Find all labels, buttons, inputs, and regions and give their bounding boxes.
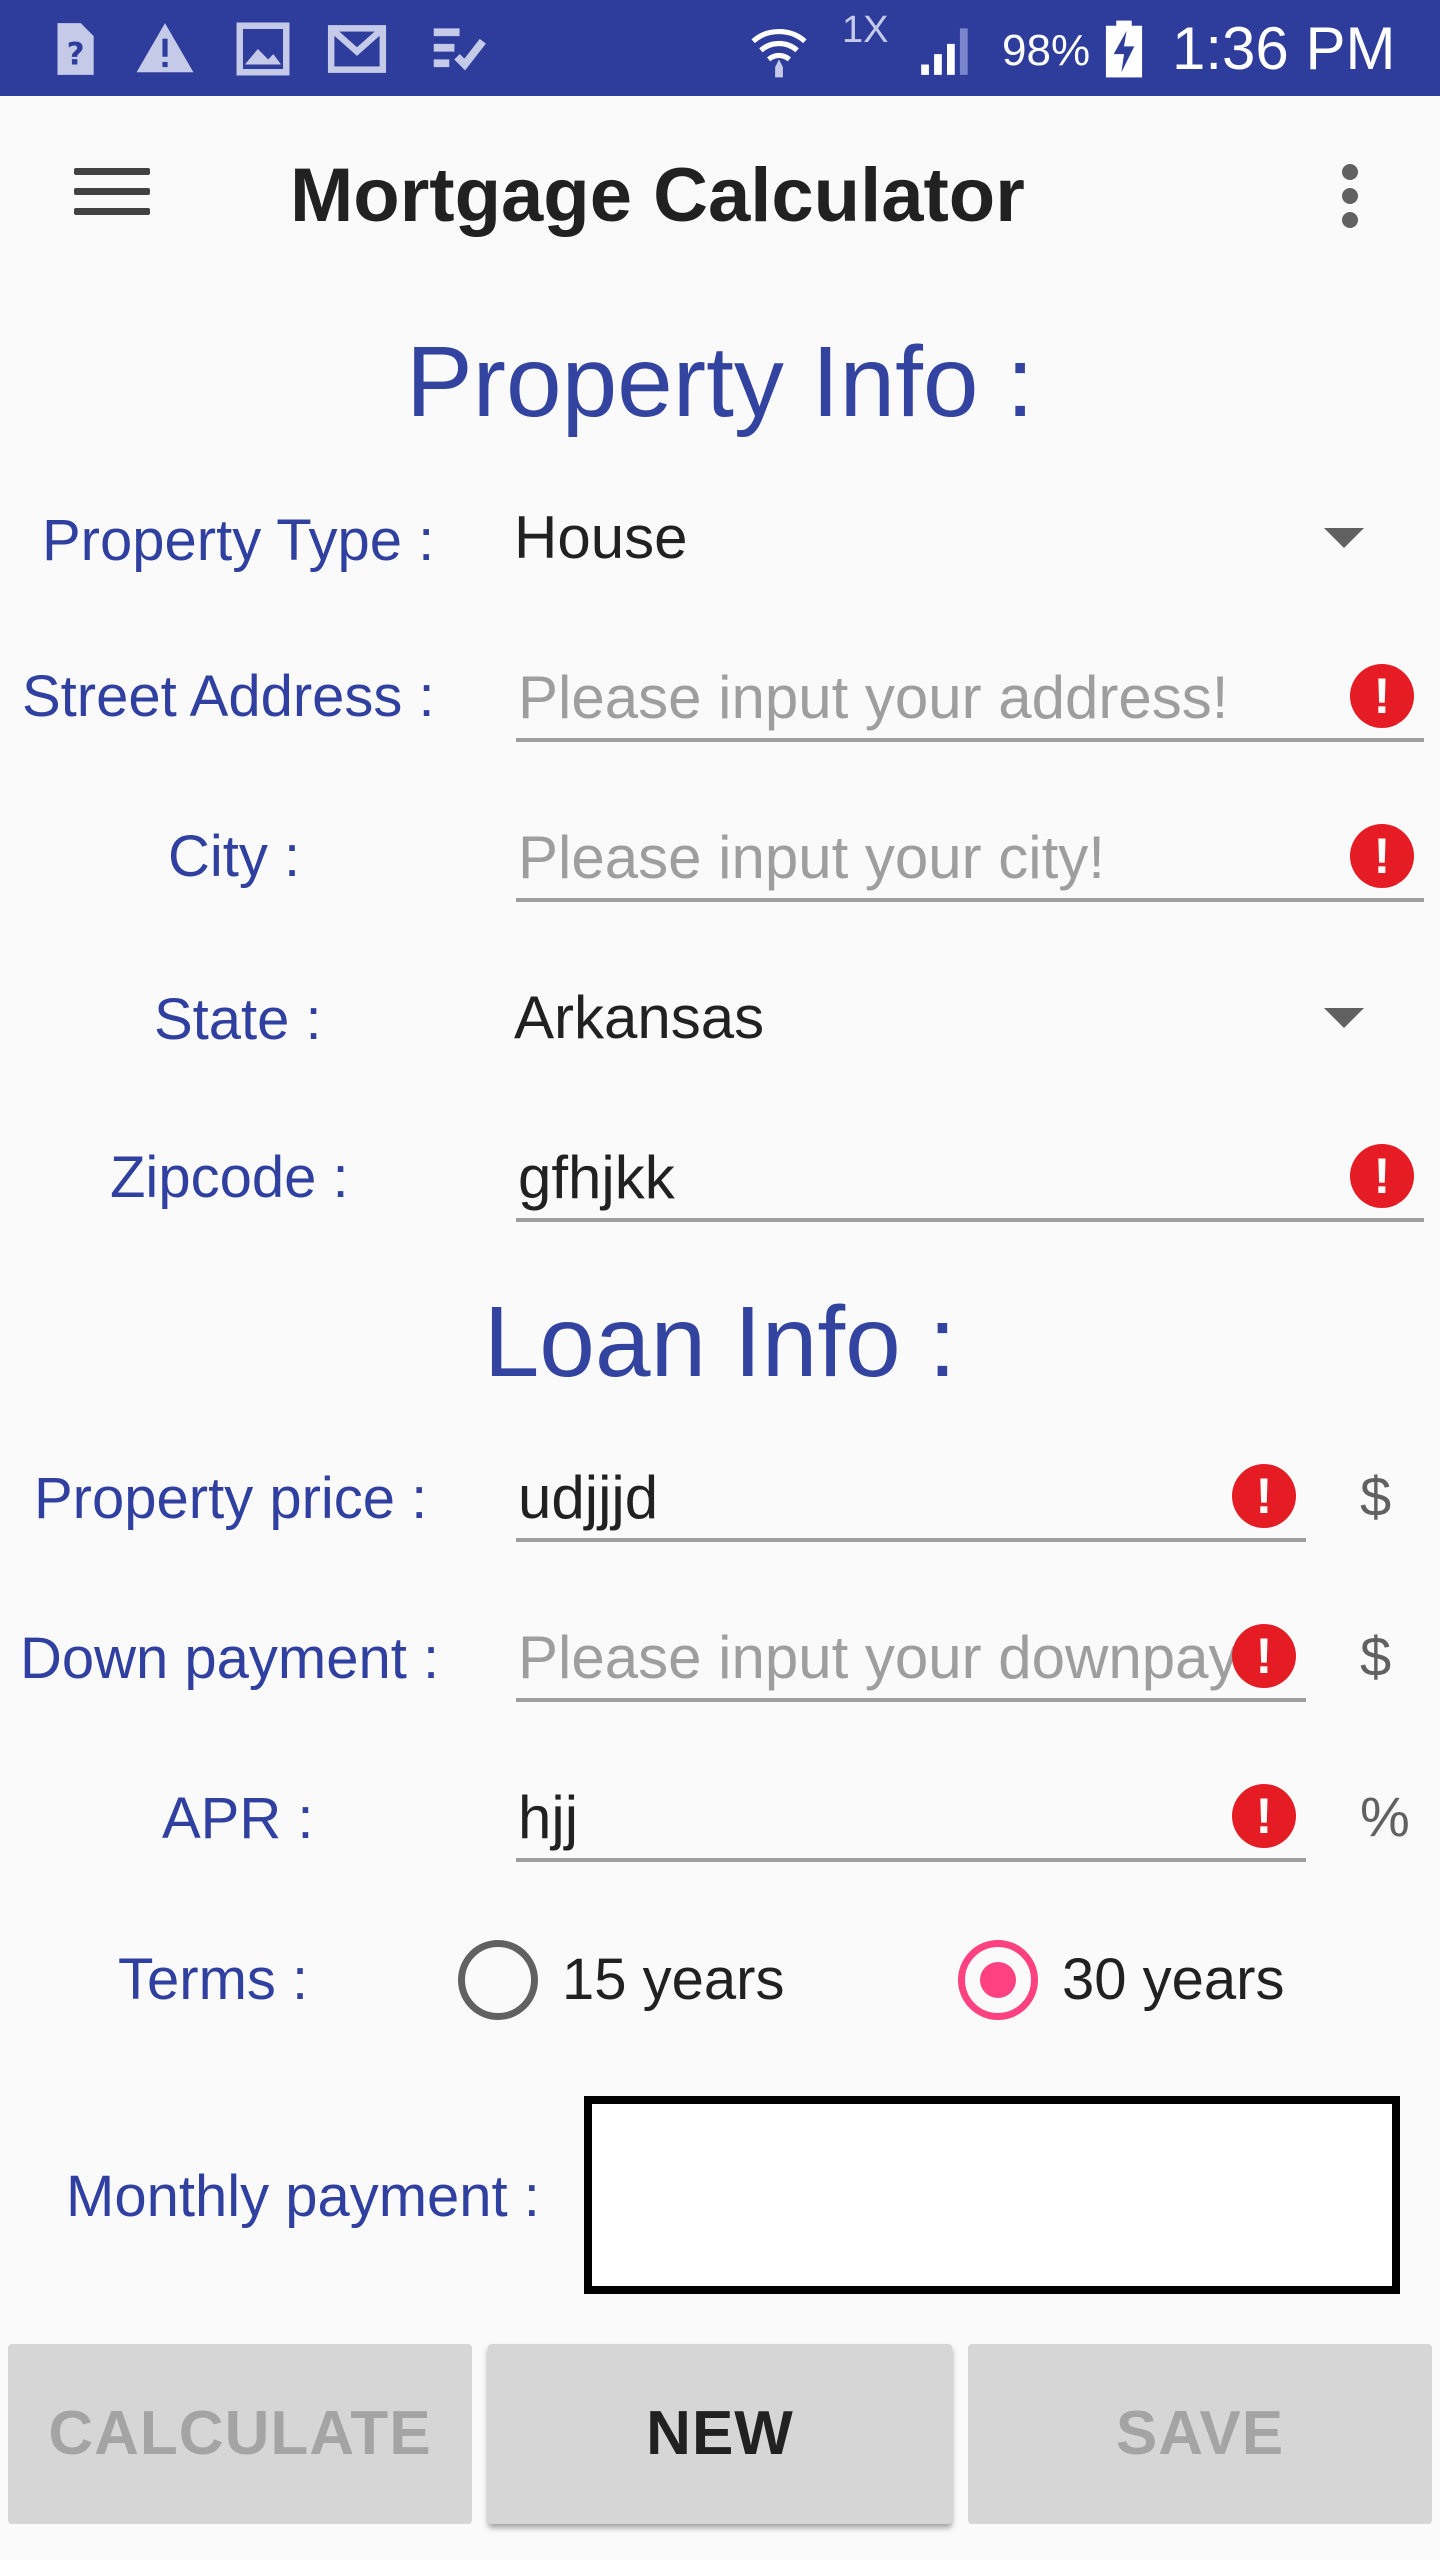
- property-info-heading: Property Info :: [405, 326, 1035, 438]
- status-time: 1:36 PM: [1172, 15, 1396, 82]
- street-address-label: Street Address :: [22, 664, 435, 729]
- hamburger-menu-icon[interactable]: [60, 154, 160, 234]
- app-title: Mortgage Calculator: [290, 153, 1025, 238]
- down-payment-input[interactable]: Please input your downpay !: [516, 1614, 1306, 1714]
- currency-unit: $: [1360, 1465, 1392, 1528]
- property-price-label: Property price :: [34, 1466, 428, 1531]
- dropdown-arrow-icon: [1324, 1008, 1364, 1028]
- property-type-value: House: [514, 504, 688, 571]
- dropdown-arrow-icon: [1324, 528, 1364, 548]
- zipcode-label: Zipcode :: [110, 1145, 349, 1210]
- loan-info-heading: Loan Info :: [483, 1286, 957, 1398]
- radio-15-years[interactable]: 15 years: [458, 1935, 798, 2025]
- input-underline: [516, 898, 1424, 902]
- city-placeholder: Please input your city!: [518, 824, 1105, 891]
- calculate-button[interactable]: CALCULATE: [8, 2344, 472, 2524]
- terms-label: Terms :: [118, 1947, 309, 2012]
- gmail-icon: [327, 25, 387, 73]
- error-icon: !: [1350, 824, 1414, 888]
- apr-value: hjj: [518, 1784, 579, 1851]
- input-underline: [516, 1218, 1424, 1222]
- radio-checked-icon: [958, 1940, 1038, 2020]
- property-type-spinner[interactable]: House: [500, 488, 1400, 588]
- apr-input[interactable]: hjj !: [516, 1774, 1306, 1874]
- monthly-payment-label: Monthly payment :: [66, 2164, 540, 2229]
- radio-30-years[interactable]: 30 years: [958, 1935, 1298, 2025]
- state-label: State :: [154, 987, 322, 1052]
- input-underline: [516, 1698, 1306, 1702]
- more-vert-icon[interactable]: [1320, 156, 1380, 236]
- radio-30-years-label: 30 years: [1062, 1947, 1285, 2012]
- task-check-icon: [433, 28, 486, 71]
- new-button[interactable]: NEW: [488, 2344, 952, 2524]
- warning-icon: [136, 23, 194, 73]
- street-address-input[interactable]: Please input your address! !: [516, 654, 1424, 754]
- monthly-payment-output: [584, 2096, 1400, 2294]
- apr-label: APR :: [162, 1786, 314, 1851]
- help-icon: ?: [57, 23, 94, 75]
- battery-percent: 98%: [1002, 26, 1091, 75]
- svg-text:?: ?: [67, 37, 85, 73]
- zipcode-value: gfhjkk: [518, 1144, 675, 1211]
- error-icon: !: [1350, 664, 1414, 728]
- error-icon: !: [1232, 1464, 1296, 1528]
- status-bar: ? 1X 98% 1:36 PM: [0, 0, 1440, 96]
- error-icon: !: [1232, 1784, 1296, 1848]
- radio-15-years-label: 15 years: [562, 1947, 785, 2012]
- radio-unchecked-icon: [458, 1940, 538, 2020]
- error-icon: !: [1350, 1144, 1414, 1208]
- input-underline: [516, 1858, 1306, 1862]
- save-button[interactable]: SAVE: [968, 2344, 1432, 2524]
- property-price-input[interactable]: udjjjd !: [516, 1454, 1306, 1554]
- city-input[interactable]: Please input your city! !: [516, 814, 1424, 914]
- percent-unit: %: [1360, 1785, 1410, 1848]
- down-payment-label: Down payment :: [20, 1626, 440, 1691]
- down-payment-placeholder: Please input your downpay: [518, 1624, 1239, 1691]
- app-bar: Mortgage Calculator: [0, 96, 1440, 300]
- street-address-placeholder: Please input your address!: [518, 664, 1229, 731]
- state-value: Arkansas: [514, 984, 765, 1051]
- zipcode-input[interactable]: gfhjkk !: [516, 1134, 1424, 1234]
- state-spinner[interactable]: Arkansas: [500, 968, 1400, 1068]
- error-icon: !: [1232, 1624, 1296, 1688]
- currency-unit: $: [1360, 1625, 1392, 1688]
- property-price-value: udjjjd: [518, 1464, 659, 1531]
- image-icon: [236, 22, 290, 76]
- city-label: City :: [168, 824, 301, 889]
- property-type-label: Property Type :: [42, 508, 435, 573]
- input-underline: [516, 738, 1424, 742]
- input-underline: [516, 1538, 1306, 1542]
- network-speed-label: 1X: [842, 9, 889, 51]
- battery-charging-icon: [1105, 20, 1143, 78]
- wifi-icon: [751, 28, 807, 78]
- signal-icon: [921, 28, 968, 75]
